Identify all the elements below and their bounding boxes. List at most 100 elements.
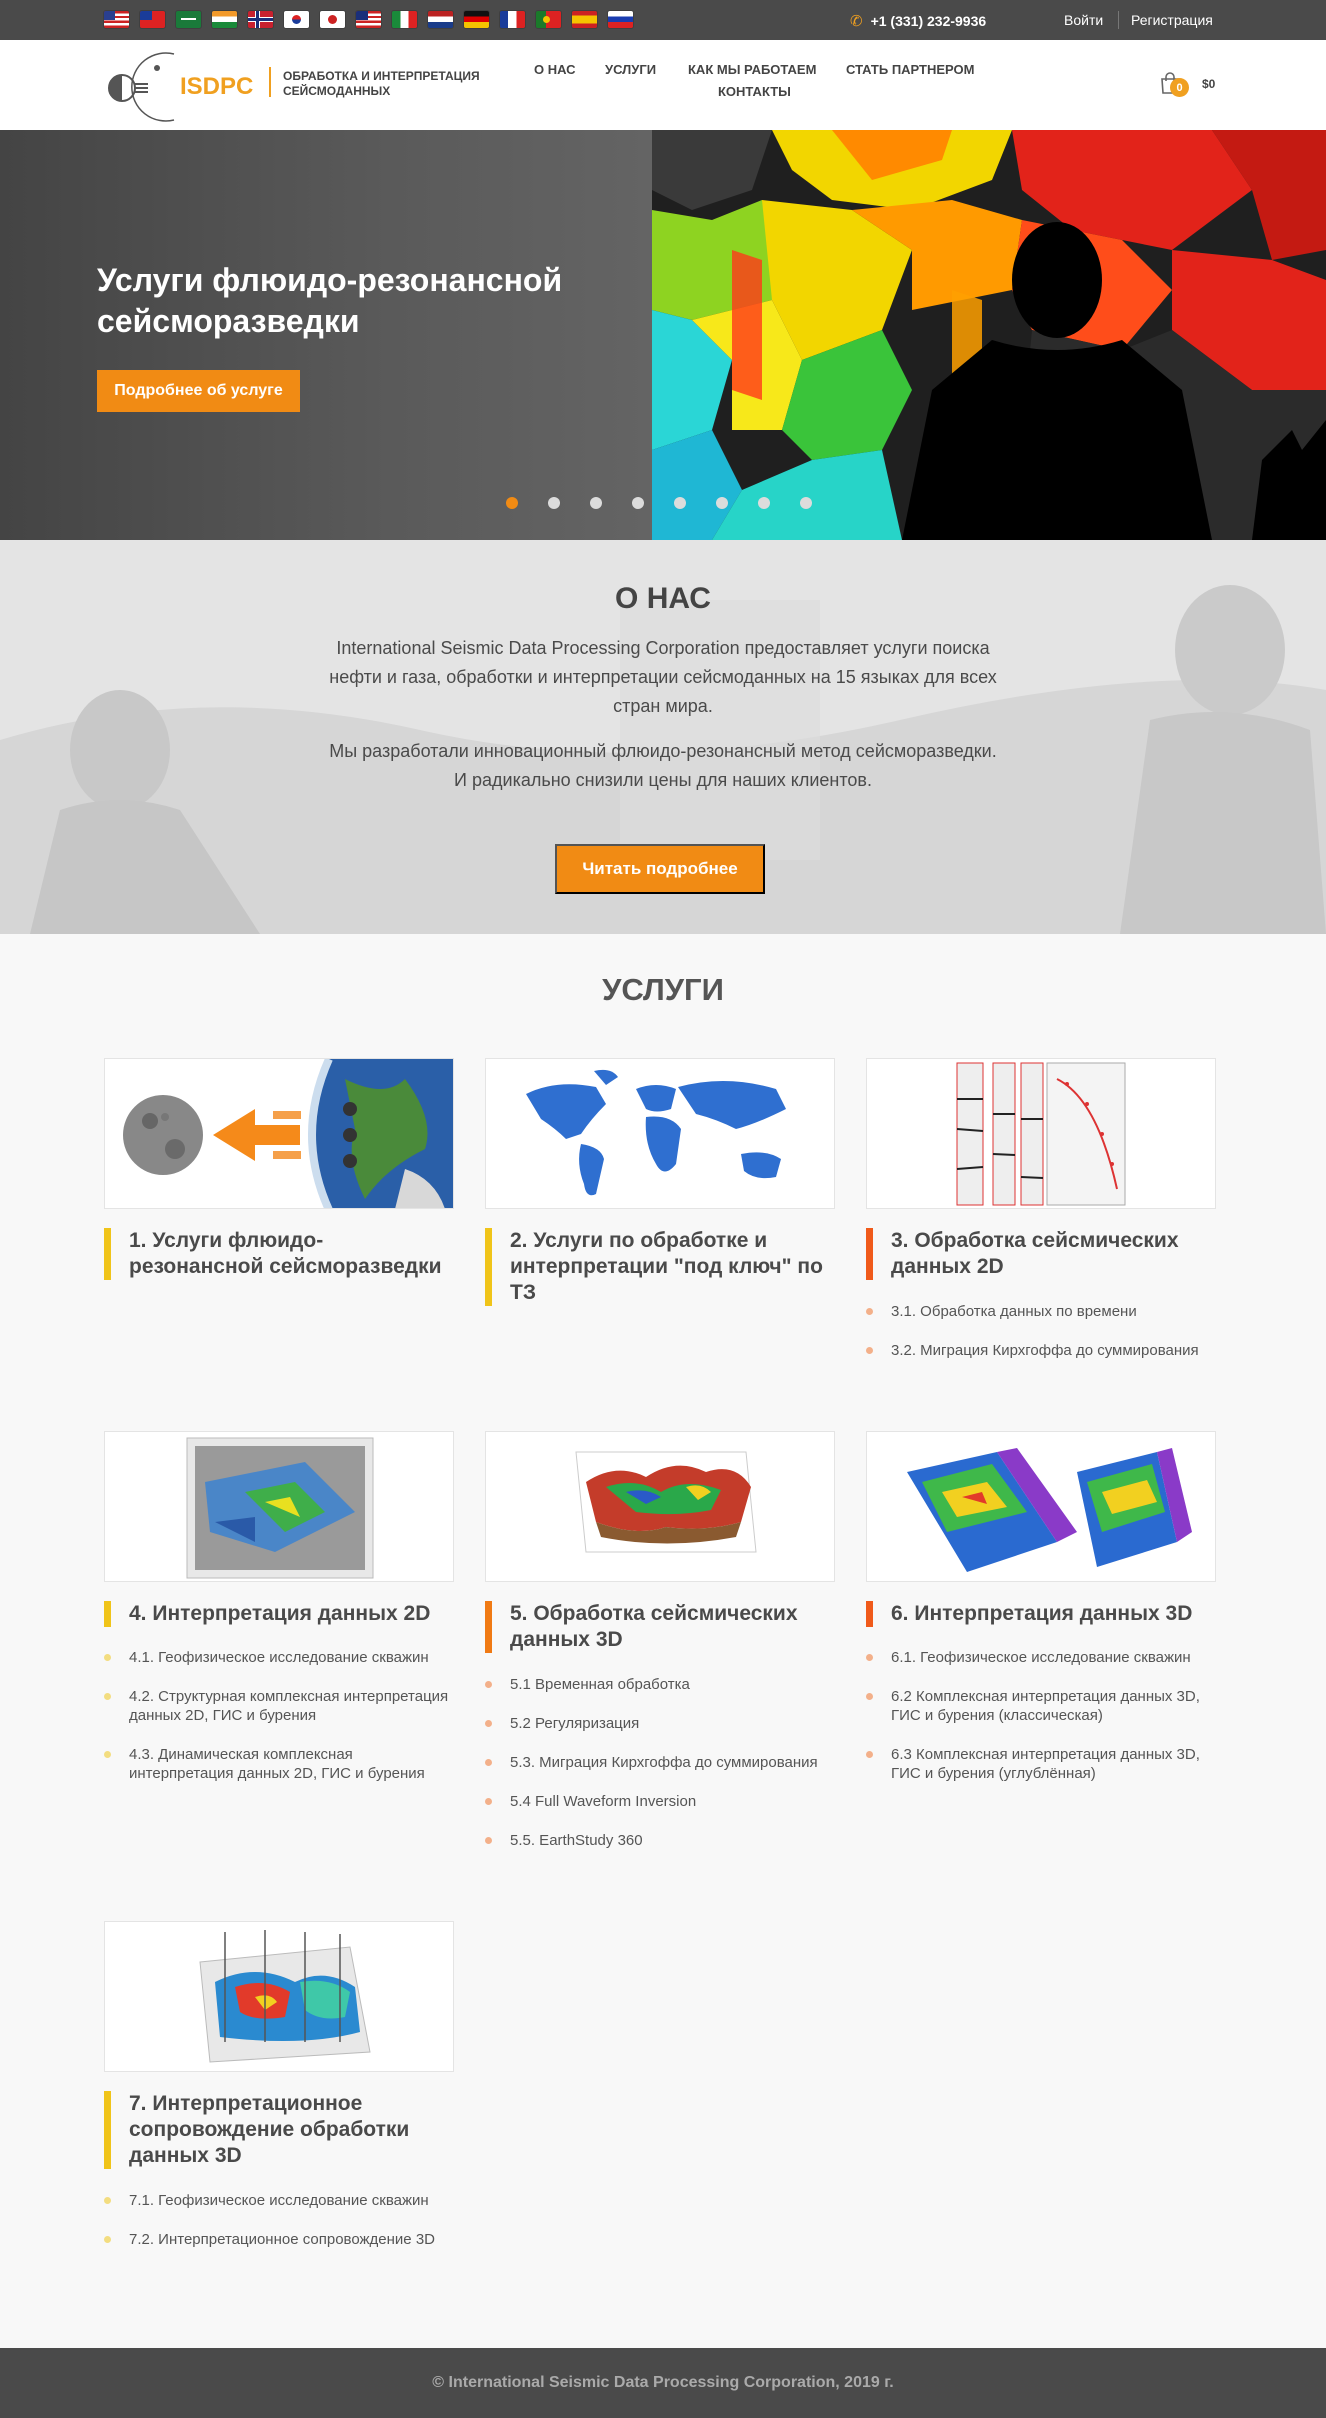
slider-dot[interactable] [758, 497, 770, 509]
service-title-5-text[interactable]: 5. Обработка сейсмических данных 3D [510, 1602, 798, 1651]
logo-divider [269, 67, 271, 97]
cart-total: $0 [1202, 77, 1216, 91]
hero-title-line2: сейсморазведки [97, 303, 360, 339]
subservice-6-2[interactable]: 6.2 Комплексная интерпретация данных 3D,… [866, 1687, 1216, 1725]
phone-icon: ✆ [850, 13, 863, 30]
saudi-flag[interactable] [176, 11, 201, 28]
italy-flag[interactable] [392, 11, 417, 28]
slider-dot[interactable] [590, 497, 602, 509]
nav-about[interactable]: О НАС [534, 62, 576, 77]
subservice-3-2[interactable]: 3.2. Миграция Кирхгоффа до суммирования [866, 1341, 1216, 1360]
malaysia-flag[interactable] [356, 11, 381, 28]
hero-title: Услуги флюидо-резонансной сейсморазведки [97, 260, 617, 342]
subservice-6-3[interactable]: 6.3 Комплексная интерпретация данных 3D,… [866, 1745, 1216, 1783]
subservice-7-1[interactable]: 7.1. Геофизическое исследование скважин [104, 2191, 454, 2210]
site-footer: © International Seismic Data Processing … [0, 2348, 1326, 2418]
subservice-4-1[interactable]: 4.1. Геофизическое исследование скважин [104, 1648, 454, 1667]
us-flag[interactable] [104, 11, 129, 28]
norway-flag[interactable] [248, 11, 273, 28]
netherlands-flag[interactable] [428, 11, 453, 28]
japan-flag[interactable] [320, 11, 345, 28]
about-section: О НАС International Seismic Data Process… [0, 540, 1326, 934]
service-title-1-text[interactable]: 1. Услуги флюидо-резонансной сейсморазве… [129, 1229, 442, 1278]
card-accent-bar [104, 1601, 111, 1627]
service-title-4-text[interactable]: 4. Интерпретация данных 2D [129, 1602, 430, 1625]
slider-dot[interactable] [506, 497, 518, 509]
card-accent-bar [485, 1601, 492, 1653]
subservice-5-5[interactable]: 5.5. EarthStudy 360 [485, 1831, 835, 1850]
service-title-2-text[interactable]: 2. Услуги по обработке и интерпретации "… [510, 1229, 823, 1304]
service-4-subitems: 4.1. Геофизическое исследование скважин … [104, 1648, 454, 1803]
service-title-5[interactable]: 5. Обработка сейсмических данных 3D [485, 1601, 835, 1653]
service-title-3[interactable]: 3. Обработка сейсмических данных 2D [866, 1228, 1216, 1280]
subservice-6-1[interactable]: 6.1. Геофизическое исследование скважин [866, 1648, 1216, 1667]
russia-flag[interactable] [608, 11, 633, 28]
subservice-5-1[interactable]: 5.1 Временная обработка [485, 1675, 835, 1694]
logo-text: ISDPC [180, 73, 253, 100]
slider-dot[interactable] [632, 497, 644, 509]
service-image-2[interactable] [485, 1058, 835, 1209]
about-p1-line1: International Seismic Data Processing Co… [336, 638, 990, 658]
slider-dots [506, 497, 812, 509]
login-link[interactable]: Войти [1064, 12, 1103, 28]
card-accent-bar [104, 2091, 111, 2169]
france-flag[interactable] [500, 11, 525, 28]
service-title-2[interactable]: 2. Услуги по обработке и интерпретации "… [485, 1228, 835, 1306]
service-title-7[interactable]: 7. Интерпретационное сопровождение обраб… [104, 2091, 454, 2169]
service-image-5[interactable] [485, 1431, 835, 1582]
subservice-5-4[interactable]: 5.4 Full Waveform Inversion [485, 1792, 835, 1811]
phone-number[interactable]: ✆ +1 (331) 232-9936 [850, 12, 986, 30]
service-image-3[interactable] [866, 1058, 1216, 1209]
about-paragraph-1: International Seismic Data Processing Co… [290, 634, 1036, 721]
slider-dot[interactable] [674, 497, 686, 509]
subservice-4-2[interactable]: 4.2. Структурная комплексная интерпретац… [104, 1687, 454, 1725]
service-title-6[interactable]: 6. Интерпретация данных 3D [866, 1601, 1216, 1627]
register-link[interactable]: Регистрация [1131, 12, 1213, 28]
service-image-6[interactable] [866, 1431, 1216, 1582]
germany-flag[interactable] [464, 11, 489, 28]
india-flag[interactable] [212, 11, 237, 28]
nav-partner[interactable]: СТАТЬ ПАРТНЕРОМ [846, 62, 975, 77]
language-flags [104, 11, 633, 28]
read-more-button[interactable]: Читать подробнее [555, 844, 765, 894]
spain-flag[interactable] [572, 11, 597, 28]
service-title-6-text[interactable]: 6. Интерпретация данных 3D [891, 1602, 1192, 1625]
subservice-5-3[interactable]: 5.3. Миграция Кирхгоффа до суммирования [485, 1753, 835, 1772]
hero-details-button[interactable]: Подробнее об услуге [97, 370, 300, 412]
korea-flag[interactable] [284, 11, 309, 28]
subservice-7-2[interactable]: 7.2. Интерпретационное сопровождение 3D [104, 2230, 454, 2249]
hero-seismic-visualization [652, 130, 1326, 540]
service-title-7-text[interactable]: 7. Интерпретационное сопровождение обраб… [129, 2092, 409, 2167]
service-title-1[interactable]: 1. Услуги флюидо-резонансной сейсморазве… [104, 1228, 454, 1280]
slider-dot[interactable] [800, 497, 812, 509]
card-accent-bar [104, 1228, 111, 1280]
nav-services[interactable]: УСЛУГИ [605, 62, 656, 77]
service-image-4[interactable] [104, 1431, 454, 1582]
card-accent-bar [866, 1601, 873, 1627]
tagline-line2: СЕЙСМОДАННЫХ [283, 84, 391, 98]
nav-how-we-work[interactable]: КАК МЫ РАБОТАЕМ [688, 62, 816, 77]
subservice-4-3[interactable]: 4.3. Динамическая комплексная интерпрета… [104, 1745, 454, 1783]
service-image-1[interactable] [104, 1058, 454, 1209]
taiwan-flag[interactable] [140, 11, 165, 28]
subservice-5-2[interactable]: 5.2 Регуляризация [485, 1714, 835, 1733]
top-bar: ✆ +1 (331) 232-9936 Войти Регистрация [0, 0, 1326, 40]
site-header: ISDPC ОБРАБОТКА И ИНТЕРПРЕТАЦИЯ СЕЙСМОДА… [0, 40, 1326, 130]
subservice-3-1[interactable]: 3.1. Обработка данных по времени [866, 1302, 1216, 1321]
service-title-4[interactable]: 4. Интерпретация данных 2D [104, 1601, 454, 1627]
service-6-subitems: 6.1. Геофизическое исследование скважин … [866, 1648, 1216, 1803]
cart[interactable]: 0 $0 [1160, 72, 1216, 97]
hero-title-line1: Услуги флюидо-резонансной [97, 262, 563, 298]
card-accent-bar [485, 1228, 492, 1306]
about-p1-line2: нефти и газа, обработки и интерпретации … [329, 667, 997, 687]
service-title-3-text[interactable]: 3. Обработка сейсмических данных 2D [891, 1229, 1179, 1278]
shopping-bag-icon: 0 [1160, 72, 1189, 97]
service-5-subitems: 5.1 Временная обработка 5.2 Регуляризаци… [485, 1675, 835, 1870]
tagline-line1: ОБРАБОТКА И ИНТЕРПРЕТАЦИЯ [283, 69, 480, 83]
service-image-7[interactable] [104, 1921, 454, 2072]
nav-contacts[interactable]: КОНТАКТЫ [718, 84, 791, 99]
portugal-flag[interactable] [536, 11, 561, 28]
isdpc-logo[interactable]: ISDPC [104, 48, 254, 122]
slider-dot[interactable] [548, 497, 560, 509]
slider-dot[interactable] [716, 497, 728, 509]
